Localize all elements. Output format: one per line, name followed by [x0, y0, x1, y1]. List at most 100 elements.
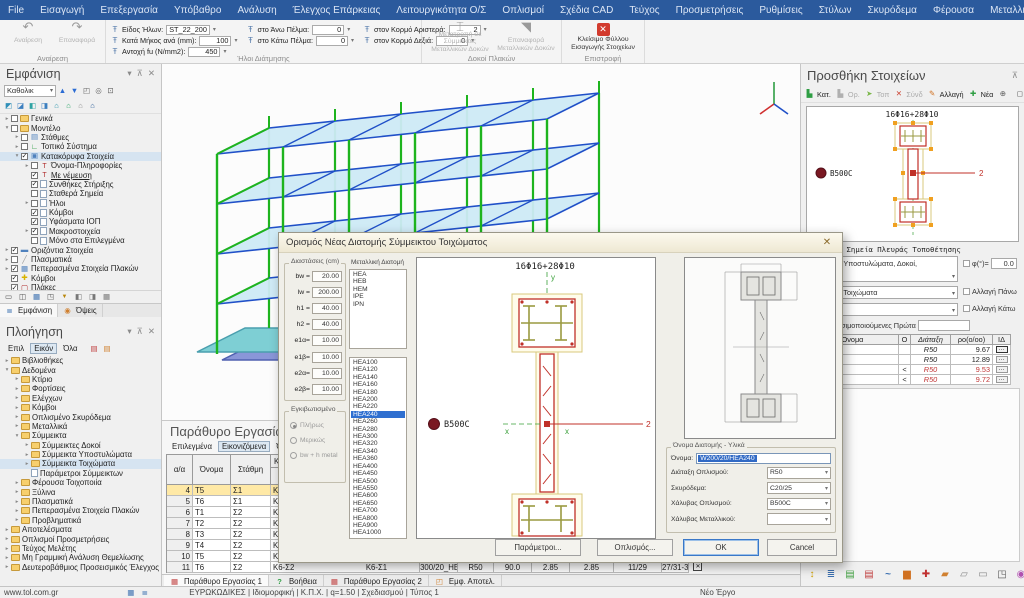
list-item[interactable]: HEA160 — [351, 381, 405, 388]
parameters-button[interactable]: Παράμετροι... — [495, 539, 581, 556]
tree-item[interactable]: ▾ Δεδομένα — [0, 365, 161, 374]
chevron-down-icon[interactable]: ▾ — [127, 68, 131, 79]
expander-icon[interactable]: ▸ — [13, 423, 21, 429]
expander-icon[interactable]: ▸ — [3, 564, 11, 570]
close-icon[interactable]: ✕ — [148, 326, 155, 337]
expander-icon[interactable]: ▸ — [13, 395, 21, 401]
radio-icon[interactable] — [290, 437, 297, 444]
expander-icon[interactable]: ▸ — [3, 116, 11, 122]
expander-icon[interactable]: ▸ — [13, 405, 21, 411]
tree-item[interactable]: ▸ Αποτελέσματα — [0, 525, 161, 534]
list-item[interactable]: HEA700 — [351, 507, 405, 514]
edit-section-button[interactable]: … — [996, 346, 1008, 353]
tree-item[interactable]: ▸ Μεταλλικά — [0, 422, 161, 431]
item-checkbox[interactable] — [31, 190, 38, 197]
tree-item[interactable]: ▸ Βιβλιοθήκες — [0, 356, 161, 365]
list-item[interactable]: HEA240 — [351, 411, 405, 418]
tree-item[interactable]: ▸ Κόμβοι — [0, 403, 161, 412]
embed-option[interactable]: Μερικώς — [285, 433, 345, 448]
tree-item[interactable]: ▸ Ήλοι — [0, 199, 161, 208]
list-item[interactable]: HEA280 — [351, 426, 405, 433]
expander-icon[interactable]: ▸ — [13, 414, 21, 420]
tree-item[interactable]: ▸ Φέρουσα Τοιχοποιία — [0, 478, 161, 487]
list-item[interactable]: HEA120 — [351, 366, 405, 373]
panel-tool-icon[interactable] — [938, 568, 952, 582]
list-item[interactable]: HEA140 — [351, 374, 405, 381]
nav-folder-icon[interactable] — [103, 345, 112, 353]
tree-item[interactable]: Σταθερά Σημεία — [0, 189, 161, 198]
expander-icon[interactable]: ▸ — [3, 358, 11, 364]
expander-icon[interactable]: ▸ — [3, 527, 11, 533]
nav-tab[interactable]: Όλα — [59, 343, 81, 354]
tree-item[interactable]: Πλάκες — [0, 283, 161, 290]
radio-icon[interactable] — [290, 452, 297, 459]
expander-icon[interactable]: ▸ — [3, 555, 11, 561]
list-item[interactable]: HEA400 — [351, 463, 405, 470]
item-checkbox[interactable] — [31, 237, 38, 244]
item-checkbox[interactable] — [11, 125, 18, 132]
field-value[interactable]: ST_22_200 — [166, 25, 210, 35]
toolbar-button[interactable]: Ορ. — [834, 87, 862, 101]
toolbar-button[interactable]: Τοπ — [863, 87, 892, 101]
panel-tool-icon[interactable] — [919, 568, 933, 582]
panel-tool-icon[interactable] — [976, 568, 990, 582]
menu-item[interactable]: Σκυρόδεμα — [860, 0, 925, 20]
convert-composite-beams-button[interactable]: ⌶ Μετατροπή σε Σύμμεικτες Μεταλλικών Δοκ… — [427, 22, 493, 52]
list-item[interactable]: IPE — [351, 293, 405, 300]
list-item[interactable]: HEA220 — [351, 403, 405, 410]
expander-icon[interactable]: ▸ — [13, 376, 21, 382]
panel-tool-icon[interactable] — [1014, 568, 1024, 582]
tree-item[interactable]: Παράμετροι Σύμμεικτων — [0, 469, 161, 478]
list-item[interactable]: HEA300 — [351, 433, 405, 440]
material-combo[interactable]: B500C▾ — [767, 498, 831, 510]
panel-tool-icon[interactable] — [843, 568, 857, 582]
tree-item[interactable]: Συνθήκες Στήριξης — [0, 180, 161, 189]
checkbox-icon[interactable] — [963, 288, 970, 295]
table-cell[interactable]: R50 — [458, 562, 494, 573]
list-item[interactable]: IPN — [351, 301, 405, 308]
code-settings[interactable]: ΕΥΡΩΚΩΔΙΚΕΣ | Ιδιομορφική | Κ.Π.Χ. | q=1… — [189, 588, 439, 597]
tree-item[interactable]: ▸ Μακροστοιχεία — [0, 227, 161, 236]
expander-icon[interactable]: ▾ — [3, 125, 11, 131]
item-checkbox[interactable] — [31, 228, 38, 235]
toolbar-icon[interactable] — [82, 87, 91, 95]
menu-item[interactable]: Προσμετρήσεις — [668, 0, 752, 20]
table-cell[interactable]: 2.85 — [532, 562, 570, 573]
item-checkbox[interactable] — [31, 162, 38, 169]
item-checkbox[interactable] — [11, 247, 18, 254]
item-checkbox[interactable] — [11, 275, 18, 282]
list-item[interactable]: HEA100 — [351, 359, 405, 366]
expander-icon[interactable]: ▸ — [3, 536, 11, 542]
tree-item[interactable]: ▸ Οπλισμοί Προσμετρήσεις — [0, 534, 161, 543]
view-icon[interactable] — [76, 102, 85, 110]
section-name-input[interactable]: W200/20/HEA240 — [696, 453, 831, 464]
list-item[interactable]: HEA360 — [351, 455, 405, 462]
col-header[interactable]: α/α — [167, 455, 193, 485]
work-tab[interactable]: Εικονιζόμενα — [218, 441, 270, 452]
view-icon[interactable] — [16, 102, 25, 110]
tree-item[interactable]: ▸ Δευτεροβάθμιος Προσεισμικός Έλεγχος — [0, 563, 161, 572]
item-checkbox[interactable] — [11, 284, 18, 290]
expander-icon[interactable]: ▸ — [3, 247, 11, 253]
panel-tool-icon[interactable] — [862, 568, 876, 582]
embed-option[interactable]: Πλήρως — [285, 418, 345, 433]
expander-icon[interactable]: ▸ — [13, 386, 21, 392]
expander-icon[interactable]: ▸ — [23, 442, 31, 448]
dimension-input[interactable]: 200.00 — [312, 287, 342, 298]
tree-item[interactable]: ▾ Σύμμεικτα — [0, 431, 161, 440]
menu-item[interactable]: Φέρουσα — [925, 0, 982, 20]
list-item[interactable]: HEA — [351, 271, 405, 278]
filter-input[interactable] — [918, 320, 970, 331]
expander-icon[interactable]: ▸ — [3, 257, 11, 263]
dropdown-icon[interactable]: ▾ — [351, 37, 354, 44]
menu-item[interactable]: Ρυθμίσεις — [751, 0, 810, 20]
toolbar-button[interactable]: Κατ. — [803, 87, 833, 101]
menu-item[interactable]: Εισαγωγή — [32, 0, 92, 20]
item-checkbox[interactable] — [11, 265, 18, 272]
close-icon[interactable]: ✕ — [148, 68, 155, 79]
chevron-down-icon[interactable]: ▾ — [127, 326, 131, 337]
dialog-close-icon[interactable]: ✕ — [819, 236, 835, 250]
toolbar-icon[interactable] — [94, 87, 103, 95]
pin-icon[interactable]: ⊼ — [137, 326, 143, 337]
dropdown-icon[interactable]: ▾ — [347, 26, 350, 33]
